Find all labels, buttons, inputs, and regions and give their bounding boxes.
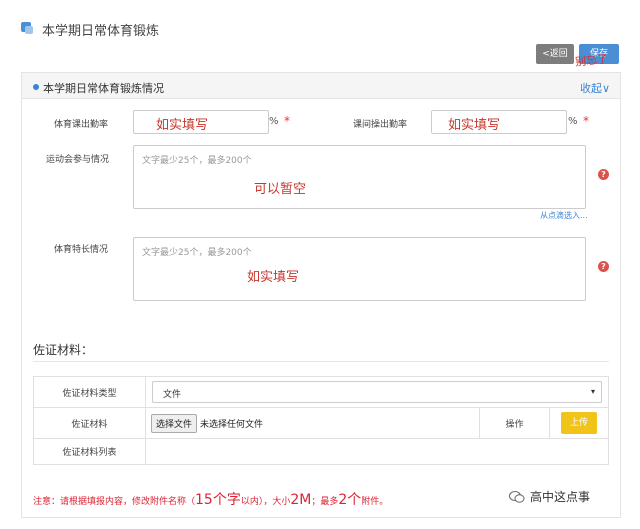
specialty-textarea[interactable]: 文字最少25个，最多200个 如实填写 — [133, 237, 586, 301]
sports-meet-placeholder: 文字最少25个，最多200个 — [142, 156, 252, 166]
note-part-1: 注意：请根据填报内容，修改附件名称（ — [33, 497, 196, 507]
pick-from-records-link[interactable]: 从点滴选入... — [540, 210, 588, 221]
table-row: 佐证材料列表 — [33, 438, 609, 465]
specialty-label: 体育特长情况 — [54, 245, 109, 255]
material-type-label: 佐证材料类型 — [33, 376, 146, 408]
collapse-button[interactable]: 收起∨ — [580, 80, 610, 96]
specialty-placeholder: 文字最少25个，最多200个 — [142, 248, 252, 258]
evidence-section-title: 佐证材料： — [33, 343, 94, 357]
note-part-4: 附件。 — [361, 497, 389, 507]
choose-file-button[interactable]: 选择文件 — [151, 413, 198, 433]
pe-rate-required: * — [284, 114, 290, 128]
material-list-label: 佐证材料列表 — [33, 438, 146, 465]
material-type-cell: 文件 ▾ — [145, 376, 609, 408]
table-row: 佐证材料类型 文件 ▾ — [33, 376, 609, 408]
ops-label: 操作 — [479, 407, 550, 439]
chevron-down-icon: ▾ — [590, 387, 595, 396]
pe-rate-percent: % — [269, 116, 279, 127]
file-picker-cell: 选择文件 未选择任何文件 — [145, 407, 480, 439]
save-annotation: 别忘了 — [574, 52, 609, 69]
upload-cell: 上传 — [549, 407, 609, 439]
watermark-text: 高中这点事 — [530, 490, 591, 504]
pe-rate-handwritten: 如实填写 — [156, 118, 209, 133]
sports-meet-label: 运动会参与情况 — [46, 155, 110, 165]
sports-meet-textarea[interactable]: 文字最少25个，最多200个 可以暂空 — [133, 145, 586, 209]
break-rate-percent: % — [568, 116, 578, 127]
material-label: 佐证材料 — [33, 407, 146, 439]
break-rate-label: 课间操出勤率 — [353, 120, 408, 130]
back-button[interactable]: <返回 — [536, 44, 574, 64]
attachment-note: 注意：请根据填报内容，修改附件名称（15个字以内），大小2M；最多2个附件。 — [33, 489, 388, 509]
table-row: 佐证材料 选择文件 未选择任何文件 操作 上传 — [33, 407, 609, 439]
page-header: 本学期日常体育锻炼 — [0, 0, 640, 44]
card-title: 本学期日常体育锻炼情况 — [43, 82, 164, 95]
note-highlight-1: 15个字 — [195, 492, 241, 508]
note-part-2: 以内），大小 — [240, 497, 291, 507]
pe-rate-label: 体育课出勤率 — [54, 120, 109, 130]
material-list-cell — [145, 438, 609, 465]
pe-rate-input[interactable]: 如实填写 — [133, 110, 269, 134]
note-highlight-2: 2M — [290, 492, 312, 508]
no-file-text: 未选择任何文件 — [200, 419, 264, 430]
break-rate-handwritten: 如实填写 — [448, 118, 501, 133]
specialty-handwritten: 如实填写 — [247, 270, 300, 285]
wechat-icon — [509, 491, 525, 503]
exercise-card: 本学期日常体育锻炼情况 收起∨ 体育课出勤率 如实填写 % * 课间操出勤率 如… — [21, 72, 621, 518]
sports-meet-help-icon[interactable]: ? — [598, 169, 609, 180]
material-type-value: 文件 — [163, 390, 182, 400]
section-divider — [33, 361, 609, 362]
upload-button[interactable]: 上传 — [561, 412, 597, 434]
material-type-select[interactable]: 文件 ▾ — [152, 381, 602, 403]
card-header: 本学期日常体育锻炼情况 收起∨ — [22, 73, 620, 99]
page-title: 本学期日常体育锻炼 — [42, 24, 160, 39]
note-highlight-3: 2个 — [338, 492, 362, 508]
note-part-3: ；最多 — [311, 497, 339, 507]
bullet-dot-icon — [33, 84, 39, 90]
evidence-table: 佐证材料类型 文件 ▾ 佐证材料 选择文件 未选择任何文件 操作 上传 佐证材料列… — [33, 376, 609, 465]
break-rate-required: * — [583, 114, 589, 128]
sports-meet-handwritten: 可以暂空 — [254, 182, 307, 197]
title-icon — [21, 22, 33, 34]
break-rate-input[interactable]: 如实填写 — [431, 110, 567, 134]
specialty-help-icon[interactable]: ? — [598, 261, 609, 272]
